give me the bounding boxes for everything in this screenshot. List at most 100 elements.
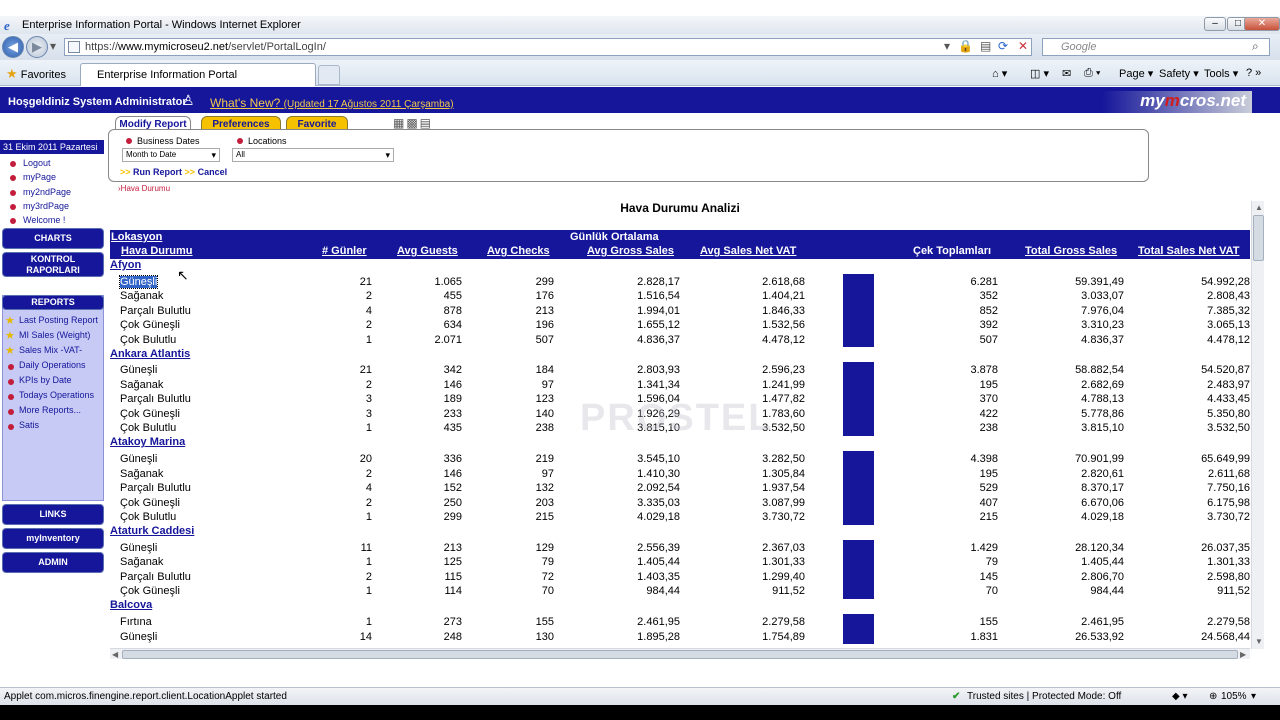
header-lokasyon[interactable]: Lokasyon [111, 231, 162, 243]
value-cell: 26.533,92 [1075, 630, 1124, 643]
table-row: Sağanak 2 455 176 1.516,54 1.404,21 352 3.033,0… [110, 290, 1250, 304]
header-total-gross-sales[interactable]: Total Gross Sales [1025, 245, 1117, 257]
weather-cell: Güneşli [120, 541, 158, 554]
scroll-right-icon[interactable]: ▶ [1240, 650, 1246, 659]
run-report-link[interactable]: Run Report [133, 167, 182, 177]
lock-icon[interactable]: 🔒 [958, 39, 973, 53]
search-placeholder: Google [1061, 41, 1097, 53]
weather-cell: Çok Bulutlu [120, 333, 177, 346]
value-cell: 336 [443, 453, 462, 466]
report-item[interactable]: MI Sales (Weight) [3, 329, 103, 345]
home-icon[interactable]: ⌂ ▾ [992, 67, 1007, 80]
refresh-icon[interactable]: ⟳ [998, 39, 1008, 53]
vertical-scroll-thumb[interactable] [1253, 215, 1264, 261]
value-cell: 1 [365, 422, 372, 435]
header-avg-checks[interactable]: Avg Checks [487, 245, 550, 257]
vertical-scrollbar[interactable]: ▲ ▼ [1251, 201, 1264, 649]
favorites-button[interactable]: ★ Favorites [6, 66, 66, 82]
value-cell: 26.037,35 [1201, 541, 1250, 554]
header-total-sales-net-vat[interactable]: Total Sales Net VAT [1138, 245, 1239, 257]
locations-select[interactable]: All [232, 148, 394, 162]
value-cell: 2.611,68 [1207, 467, 1250, 480]
feeds-icon[interactable]: ◫ ▾ [1030, 67, 1049, 80]
scroll-down-icon[interactable]: ▼ [1255, 637, 1263, 646]
run-bar: >> Run Report >> Cancel [120, 167, 228, 177]
header-avg-guests[interactable]: Avg Guests [397, 245, 458, 257]
safety-menu[interactable]: Safety ▾ [1159, 67, 1199, 80]
whats-new-updated: (Updated 17 Ağustos 2011 Çarşamba) [283, 99, 454, 110]
sidebar-kontrol-button[interactable]: KONTROL RAPORLARI [2, 252, 104, 277]
sidebar-link-logout[interactable]: Logout [8, 158, 104, 172]
value-cell: 2 [365, 378, 372, 391]
status-dropdown-icon[interactable]: ◆ ▾ [1172, 691, 1188, 702]
address-dropdown-icon[interactable]: ▾ [944, 39, 950, 53]
url-field[interactable]: https://www.mymicroseu2.net/servlet/Port… [64, 38, 1032, 56]
value-cell: 2.461,95 [637, 616, 680, 628]
value-cell: 70 [985, 585, 998, 598]
page-menu[interactable]: Page ▾ [1119, 67, 1153, 80]
report-item[interactable]: Todays Operations [3, 390, 103, 405]
export-icons[interactable]: ▦▩▤ [393, 116, 433, 130]
sidebar-link-mypage[interactable]: myPage [8, 172, 104, 186]
report-item[interactable]: More Reports... [3, 405, 103, 420]
value-cell: 213 [535, 304, 554, 317]
header-gunler[interactable]: # Günler [322, 245, 367, 257]
zoom-dropdown-icon[interactable]: ▾ [1251, 691, 1256, 702]
forward-button[interactable]: ▶ [26, 36, 48, 58]
whats-new-link[interactable]: What's New? (Updated 17 Ağustos 2011 Çar… [210, 96, 454, 110]
report-item[interactable]: Satis [3, 420, 103, 435]
report-item[interactable]: Sales Mix -VAT- [3, 344, 103, 360]
help-icon[interactable]: ? » [1246, 67, 1261, 79]
new-tab-button[interactable] [318, 65, 340, 85]
print-icon[interactable]: ⎙ ▾ [1084, 67, 1100, 80]
header-avg-gross-sales[interactable]: Avg Gross Sales [587, 245, 674, 257]
security-zone[interactable]: Trusted sites | Protected Mode: Off [967, 691, 1121, 702]
tools-menu[interactable]: Tools ▾ [1204, 67, 1238, 80]
value-cell: 2.071 [434, 333, 462, 346]
browser-tab[interactable]: Enterprise Information Portal [80, 63, 316, 86]
sidebar-reports-button[interactable]: REPORTS [2, 295, 104, 310]
value-cell: 1 [365, 556, 372, 569]
report-item[interactable]: Daily Operations [3, 360, 103, 375]
value-cell: 146 [443, 378, 462, 391]
sidebar-admin-button[interactable]: ADMIN [2, 552, 104, 573]
weather-cell: Sağanak [120, 467, 164, 480]
history-dropdown-icon[interactable]: ▾ [50, 39, 56, 53]
value-cell: 70 [541, 585, 554, 598]
horizontal-scrollbar[interactable]: ◀ ▶ [110, 648, 1250, 659]
scroll-up-icon[interactable]: ▲ [1255, 203, 1263, 212]
breadcrumb[interactable]: ›Hava Durumu [118, 184, 170, 193]
horizontal-scroll-thumb[interactable] [122, 650, 1238, 659]
locations-value: All [236, 150, 245, 159]
compatibility-icon[interactable]: ▤ [980, 39, 991, 53]
zoom-level[interactable]: 105% [1221, 691, 1247, 702]
weather-cell: Sağanak [120, 556, 164, 569]
location-group-label: Ankara Atlantis [110, 347, 191, 360]
sidebar-charts-button[interactable]: CHARTS [2, 228, 104, 249]
sidebar-link-my3rdpage[interactable]: my3rdPage [8, 201, 104, 215]
sidebar-link-my2ndpage[interactable]: my2ndPage [8, 187, 104, 201]
business-dates-select[interactable]: Month to Date [122, 148, 220, 162]
value-cell: 3.730,72 [1207, 511, 1250, 524]
minimize-button[interactable]: – [1204, 17, 1226, 31]
group-bar-marker [843, 614, 874, 644]
header-avg-sales-net-vat[interactable]: Avg Sales Net VAT [700, 245, 796, 257]
search-icon[interactable]: ⌕ [1252, 39, 1259, 54]
value-cell: 3 [365, 393, 372, 406]
cancel-link[interactable]: Cancel [198, 167, 228, 177]
value-cell: 215 [979, 511, 998, 524]
sidebar-links-button[interactable]: LINKS [2, 504, 104, 525]
report-item[interactable]: Last Posting Report [3, 314, 103, 330]
report-item[interactable]: KPIs by Date [3, 375, 103, 390]
close-button[interactable]: ✕ [1244, 17, 1280, 31]
table-row: Çok Güneşli 1 114 70 984,44 911,52 70 984,44 911… [110, 585, 1250, 599]
sidebar-myinventory-button[interactable]: myInventory [2, 528, 104, 549]
mail-icon[interactable]: ✉ [1062, 67, 1071, 80]
back-button[interactable]: ◀ [2, 36, 24, 58]
search-input[interactable]: Google [1042, 38, 1270, 56]
table-row: Güneşli 14 248 130 1.895,28 1.754,89 1.831 26.5… [110, 631, 1250, 645]
url-path: /servlet/PortalLogIn/ [228, 41, 326, 53]
header-hava-durumu[interactable]: Hava Durumu [121, 245, 193, 257]
stop-icon[interactable]: ✕ [1018, 39, 1028, 53]
scroll-left-icon[interactable]: ◀ [112, 650, 118, 659]
